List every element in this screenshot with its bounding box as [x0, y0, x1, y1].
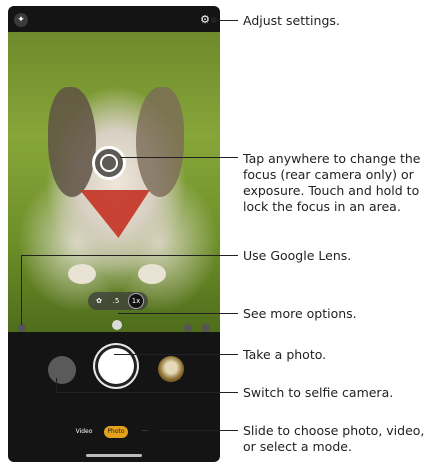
- annotation-take-photo: Take a photo.: [243, 347, 327, 362]
- focus-indicator[interactable]: [92, 146, 126, 180]
- leader-more: [118, 313, 238, 314]
- mode-photo[interactable]: Photo: [104, 426, 128, 438]
- dog-ear-right: [136, 87, 184, 197]
- timer-icon[interactable]: [202, 324, 210, 332]
- annotation-selfie: Switch to selfie camera.: [243, 385, 394, 400]
- leader-lens-h: [21, 255, 238, 256]
- leader-selfie-v: [56, 378, 57, 392]
- annotation-lens: Use Google Lens.: [243, 248, 352, 263]
- gear-icon[interactable]: ⚙: [198, 13, 212, 27]
- zoom-one-button[interactable]: 1x: [128, 293, 144, 309]
- google-lens-icon[interactable]: [18, 324, 26, 332]
- leader-selfie-h: [56, 392, 238, 393]
- dog-bandana: [80, 190, 150, 238]
- more-options-icon[interactable]: [112, 320, 122, 330]
- switch-camera-button[interactable]: [48, 356, 76, 384]
- flash-icon[interactable]: [184, 324, 192, 332]
- camera-viewfinder[interactable]: [8, 32, 220, 332]
- zoom-half-button[interactable]: .5: [110, 294, 122, 308]
- gallery-thumbnail[interactable]: [158, 356, 184, 382]
- leader-lens-v: [21, 255, 22, 325]
- mode-video[interactable]: Video: [72, 426, 96, 438]
- sparkle-icon[interactable]: ✦: [14, 13, 28, 27]
- leader-dot-settings: [211, 17, 217, 23]
- leader-modes: [160, 430, 238, 431]
- annotation-modes: Slide to choose photo, video, or select …: [243, 423, 425, 454]
- zoom-selector: ✿ .5 1x: [88, 292, 148, 310]
- phone-screen: ✦ ⚙ ✿ .5 1x Video Photo ···: [8, 6, 220, 462]
- leader-photo: [114, 354, 238, 355]
- dog-ear-left: [48, 87, 96, 197]
- macro-flower-icon[interactable]: ✿: [92, 294, 106, 308]
- mode-more[interactable]: ···: [138, 426, 152, 438]
- dog-paw-left: [68, 264, 96, 284]
- home-indicator[interactable]: [86, 454, 142, 457]
- leader-focus: [120, 157, 238, 158]
- annotation-focus: Tap anywhere to change the focus (rear c…: [243, 151, 421, 214]
- leader-settings: [214, 20, 238, 21]
- annotation-more-options: See more options.: [243, 306, 357, 321]
- dog-paw-right: [138, 264, 166, 284]
- annotation-settings: Adjust settings.: [243, 13, 340, 28]
